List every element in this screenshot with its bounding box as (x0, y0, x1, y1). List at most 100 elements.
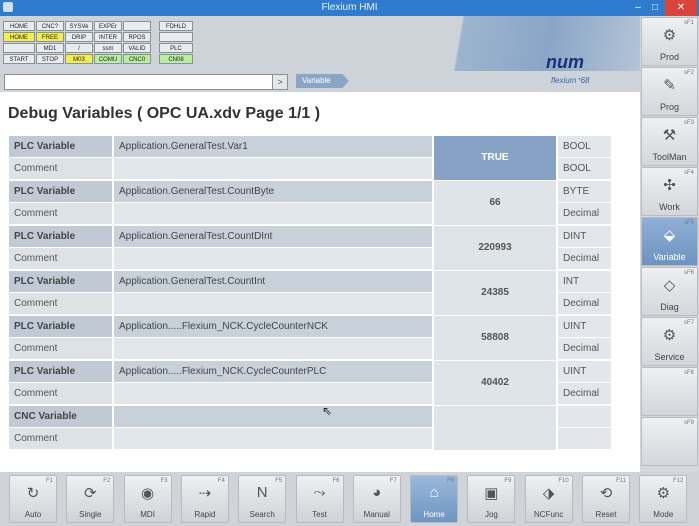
variable-label: PLC Variable (9, 181, 112, 202)
variable-name-field[interactable]: Application.....Flexium_NCK.CycleCounter… (114, 316, 432, 337)
title-bar: Flexium HMI – □ ✕ (0, 0, 699, 16)
variable-type[interactable]: UINT (558, 361, 611, 382)
status-cell: COMU (94, 54, 122, 64)
variable-value[interactable]: 24385 (434, 271, 556, 315)
flexium-logo: flexium⁺68 (551, 76, 590, 85)
manual-icon: ◕ (372, 484, 382, 501)
mode-button-label: Single (79, 510, 102, 519)
variable-row: PLC Variable Comment Application.GeneralTe… (9, 181, 611, 226)
command-input[interactable] (4, 74, 288, 90)
window-title: Flexium HMI (321, 2, 378, 13)
variable-type[interactable]: DINT (558, 226, 611, 247)
side-button-prod[interactable]: sF1 ⚙ Prod (641, 17, 698, 66)
status-cell: M03 (65, 54, 93, 64)
maximize-button[interactable]: □ (647, 0, 663, 16)
side-button-prog[interactable]: sF2 ✎ Prog (641, 67, 698, 116)
side-button-diag[interactable]: sF6 ◇ Diag (641, 267, 698, 316)
variable-type[interactable]: BYTE (558, 181, 611, 202)
mode-button-label: NCFunc (534, 510, 564, 519)
variable-format[interactable]: Decimal (558, 338, 611, 359)
variable-name-field[interactable]: Application.....Flexium_NCK.CycleCounter… (114, 361, 432, 382)
variable-name-field[interactable]: Application.GeneralTest.CountInt (114, 271, 432, 292)
variable-type[interactable]: BOOL (558, 136, 611, 157)
status-cell: FDHLD (159, 21, 193, 31)
service-icon: ⚙ (662, 327, 677, 344)
comment-field[interactable] (114, 383, 432, 404)
close-button[interactable]: ✕ (665, 0, 697, 16)
mode-button-search[interactable]: F5 N Search (238, 475, 287, 523)
comment-field[interactable] (114, 248, 432, 269)
status-cell: START (3, 54, 35, 64)
command-arrow-button[interactable]: > (272, 75, 287, 89)
status-cell: PLC (159, 43, 193, 53)
variable-value[interactable] (434, 406, 556, 450)
side-button-label: Variable (653, 252, 686, 262)
function-key-label: sF9 (683, 420, 694, 426)
mode-button-label: Rapid (194, 510, 216, 519)
mode-icon: ⚙ (656, 485, 671, 502)
side-button-label: Work (659, 202, 680, 212)
variable-format[interactable]: Decimal (558, 293, 611, 314)
mode-button-jog[interactable]: F9 ▣ Jog (467, 475, 516, 523)
mode-button-manual[interactable]: F7 ◕ Manual (352, 475, 401, 523)
side-button-variable[interactable]: sF5 ⬙ Variable (641, 217, 698, 266)
mode-button-label: Search (249, 510, 275, 519)
comment-label: Comment (9, 338, 112, 359)
comment-field[interactable] (114, 338, 432, 359)
side-button-toolman[interactable]: sF3 ⚒ ToolMan (641, 117, 698, 166)
variable-value[interactable]: TRUE (434, 136, 556, 180)
comment-field[interactable] (114, 158, 432, 179)
comment-field[interactable] (114, 203, 432, 224)
variable-format[interactable]: Decimal (558, 203, 611, 224)
mode-button-test[interactable]: F6 ⤳ Test (295, 475, 344, 523)
variable-icon: ⬙ (663, 227, 676, 244)
minimize-button[interactable]: – (629, 0, 647, 16)
side-button-work[interactable]: sF4 ✣ Work (641, 167, 698, 216)
mode-button-reset[interactable]: F11 ⟲ Reset (582, 475, 630, 523)
variable-format[interactable]: BOOL (558, 158, 611, 179)
variable-row: PLC Variable Comment Application.....Flexi… (9, 361, 611, 406)
variable-format[interactable]: Decimal (558, 248, 611, 269)
variable-value[interactable]: 66 (434, 181, 556, 225)
mode-button-ncfunc[interactable]: F10 ⬗ NCFunc (524, 475, 573, 523)
mode-button-label: Manual (363, 510, 390, 519)
mode-button-rapid[interactable]: F4 ⇢ Rapid (180, 475, 229, 523)
single-icon: ⟳ (84, 485, 97, 502)
side-button-service[interactable]: sF7 ⚙ Service (641, 317, 698, 366)
comment-label: Comment (9, 293, 112, 314)
variable-value[interactable]: 220993 (434, 226, 556, 270)
variable-format[interactable]: Decimal (558, 383, 611, 404)
status-cell (152, 43, 158, 53)
variable-name-field[interactable] (114, 406, 432, 427)
variable-row: PLC Variable Comment Application.GeneralTe… (9, 136, 611, 181)
mode-button-mode[interactable]: F12 ⚙ Mode (639, 475, 688, 523)
variable-name-field[interactable]: Application.GeneralTest.Var1 (114, 136, 432, 157)
page-tag: Variable (296, 74, 349, 88)
variable-format[interactable] (558, 428, 611, 449)
mode-button-single[interactable]: F2 ⟳ Single (66, 475, 115, 523)
status-cell: FREE (36, 32, 64, 42)
header: HOME CNC? SYSVe EXPEr FDHLD HOME FREE DRIP INTER… (0, 16, 640, 92)
mode-button-mdi[interactable]: F3 ◉ MDI (123, 475, 172, 523)
variable-type[interactable]: UINT (558, 316, 611, 337)
variable-name-field[interactable]: Application.GeneralTest.CountByte (114, 181, 432, 202)
variable-name-field[interactable]: Application.GeneralTest.CountDInt (114, 226, 432, 247)
side-button-empty-8[interactable]: sF9 (641, 417, 698, 466)
comment-label: Comment (9, 248, 112, 269)
variable-label: PLC Variable (9, 226, 112, 247)
auto-icon: ↻ (26, 485, 40, 502)
status-cell: EXPEr (94, 21, 122, 31)
variable-row: PLC Variable Comment Application.....Flexi… (9, 316, 611, 361)
variable-type[interactable] (558, 406, 611, 427)
variable-type[interactable]: INT (558, 271, 611, 292)
mode-button-auto[interactable]: F1 ↻ Auto (9, 475, 57, 523)
variable-value[interactable]: 58808 (434, 316, 556, 360)
comment-field[interactable] (114, 293, 432, 314)
comment-label: Comment (9, 428, 112, 449)
comment-field[interactable] (114, 428, 432, 449)
side-button-label: Prod (659, 52, 679, 62)
mode-button-home[interactable]: F8 ⌂ Home (410, 475, 459, 523)
variable-label: CNC Variable (9, 406, 112, 427)
variable-value[interactable]: 40402 (434, 361, 556, 405)
side-button-empty-7[interactable]: sF8 (641, 367, 698, 416)
